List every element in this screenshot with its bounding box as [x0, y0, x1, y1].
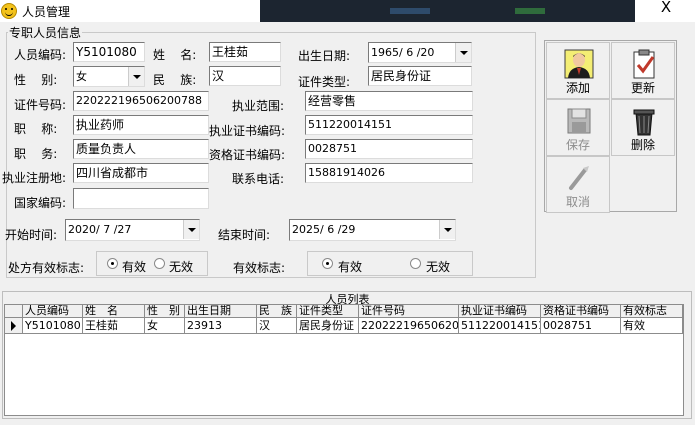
add-button-label: 添加: [565, 81, 590, 95]
name-input[interactable]: 王桂茹: [209, 42, 281, 62]
col-header-cert-no[interactable]: 证件号码: [359, 305, 459, 318]
reg-place-input[interactable]: 四川省成都市: [73, 163, 209, 183]
delete-button-label: 删除: [630, 138, 655, 152]
cert-type-input[interactable]: 居民身份证: [368, 66, 472, 86]
reg-place-label: 执业注册地:: [2, 171, 67, 185]
gender-select[interactable]: 女: [73, 66, 145, 87]
personnel-table[interactable]: 人员编码 姓 名 性 别 出生日期 民 族 证件类型 证件号码 执业证书编码 资…: [4, 304, 684, 416]
group-title: 专职人员信息: [9, 26, 82, 40]
update-button-label: 更新: [630, 81, 655, 95]
table-cell[interactable]: 汉: [257, 318, 297, 334]
update-button[interactable]: 更新: [611, 42, 675, 99]
birth-date-value: 1965/ 6 /20: [371, 46, 435, 59]
table-cell[interactable]: 女: [145, 318, 185, 334]
trash-bin-icon: [633, 109, 655, 136]
table-corner: [5, 305, 23, 318]
birth-label: 出生日期:: [298, 49, 351, 63]
phone-input[interactable]: 15881914026: [305, 163, 473, 183]
valid-status-label: 有效标志:: [233, 261, 286, 275]
col-header-cert-type[interactable]: 证件类型: [297, 305, 359, 318]
cert-no-input[interactable]: 220222196506200788: [73, 91, 209, 111]
col-header-qual-no[interactable]: 资格证书编码: [541, 305, 621, 318]
code-label: 人员编码:: [14, 48, 67, 62]
rx-status-label: 处方有效标志:: [8, 261, 85, 275]
col-header-ethnicity[interactable]: 民 族: [257, 305, 297, 318]
table-cell[interactable]: 23913: [185, 318, 257, 334]
floppy-disk-icon: [567, 108, 591, 134]
person-add-icon: [564, 49, 594, 79]
gender-label: 性 别:: [14, 73, 58, 87]
name-label: 姓 名:: [153, 48, 197, 62]
toolbar-panel: 添加 更新 保存 删除 取消: [544, 40, 677, 213]
scope-label: 执业范围:: [232, 99, 285, 113]
end-label: 结束时间:: [218, 228, 271, 242]
rx-valid-radio[interactable]: [107, 258, 118, 269]
cert-type-label: 证件类型:: [298, 75, 351, 89]
license-no-label: 执业证书编码:: [209, 124, 286, 138]
invalid-label: 无效: [426, 260, 451, 274]
end-date-value: 2025/ 6 /29: [292, 223, 356, 236]
table-cell[interactable]: Y5101080: [23, 318, 83, 334]
rx-valid-label: 有效: [122, 260, 147, 274]
table-cell[interactable]: 0028751: [541, 318, 621, 334]
end-date-picker[interactable]: 2025/ 6 /29: [289, 219, 456, 241]
cert-no-label: 证件号码:: [14, 98, 67, 112]
chevron-down-icon[interactable]: [183, 220, 199, 239]
col-header-gender[interactable]: 性 别: [145, 305, 185, 318]
invalid-radio[interactable]: [410, 258, 421, 269]
start-label: 开始时间:: [5, 228, 58, 242]
chevron-down-icon[interactable]: [455, 43, 471, 62]
rx-invalid-radio[interactable]: [154, 258, 165, 269]
save-button-label: 保存: [565, 138, 590, 152]
window-title: 人员管理: [22, 5, 71, 19]
ethnicity-label: 民 族:: [153, 73, 197, 87]
country-label: 国家编码:: [14, 196, 67, 210]
position-input[interactable]: 质量负责人: [73, 139, 209, 159]
smiley-app-icon: [1, 3, 17, 19]
col-header-license-no[interactable]: 执业证书编码: [459, 305, 541, 318]
qual-no-input[interactable]: 0028751: [305, 139, 473, 159]
position-label: 职 务:: [14, 147, 58, 161]
birth-date-picker[interactable]: 1965/ 6 /20: [368, 42, 472, 63]
table-cell[interactable]: 居民身份证: [297, 318, 359, 334]
scope-input[interactable]: 经营零售: [305, 91, 473, 111]
qual-no-label: 资格证书编码:: [209, 148, 286, 162]
ethnicity-input[interactable]: 汉: [209, 66, 281, 86]
start-date-picker[interactable]: 2020/ 7 /27: [65, 219, 200, 241]
chevron-down-icon[interactable]: [439, 220, 455, 239]
cancel-button-label: 取消: [565, 195, 590, 209]
country-input[interactable]: [73, 188, 209, 209]
add-button[interactable]: 添加: [546, 42, 610, 99]
title-label: 职 称:: [14, 122, 58, 136]
start-date-value: 2020/ 7 /27: [68, 223, 132, 236]
save-button[interactable]: 保存: [546, 99, 610, 156]
code-input[interactable]: Y5101080: [73, 42, 145, 62]
phone-label: 联系电话:: [232, 172, 285, 186]
chevron-down-icon[interactable]: [128, 67, 144, 86]
col-header-name[interactable]: 姓 名: [83, 305, 145, 318]
table-cell[interactable]: 有效: [621, 318, 683, 334]
clipboard-check-icon: [633, 49, 655, 79]
col-header-valid[interactable]: 有效标志: [621, 305, 683, 318]
delete-button[interactable]: 删除: [611, 99, 675, 156]
close-button[interactable]: X: [640, 0, 692, 17]
row-selector[interactable]: [5, 318, 23, 334]
magic-wand-icon: [569, 166, 589, 190]
cancel-button[interactable]: 取消: [546, 156, 610, 213]
rx-invalid-label: 无效: [169, 260, 194, 274]
col-header-birth[interactable]: 出生日期: [185, 305, 257, 318]
valid-radio[interactable]: [322, 258, 333, 269]
title-input[interactable]: 执业药师: [73, 115, 209, 135]
table-cell[interactable]: 511220014151: [459, 318, 541, 334]
table-cell[interactable]: 王桂茹: [83, 318, 145, 334]
background-window-strip: [260, 0, 635, 22]
valid-label: 有效: [338, 260, 363, 274]
license-no-input[interactable]: 511220014151: [305, 115, 473, 135]
gender-value: 女: [76, 70, 87, 83]
table-cell[interactable]: 220222196506200788: [359, 318, 459, 334]
col-header-code[interactable]: 人员编码: [23, 305, 83, 318]
